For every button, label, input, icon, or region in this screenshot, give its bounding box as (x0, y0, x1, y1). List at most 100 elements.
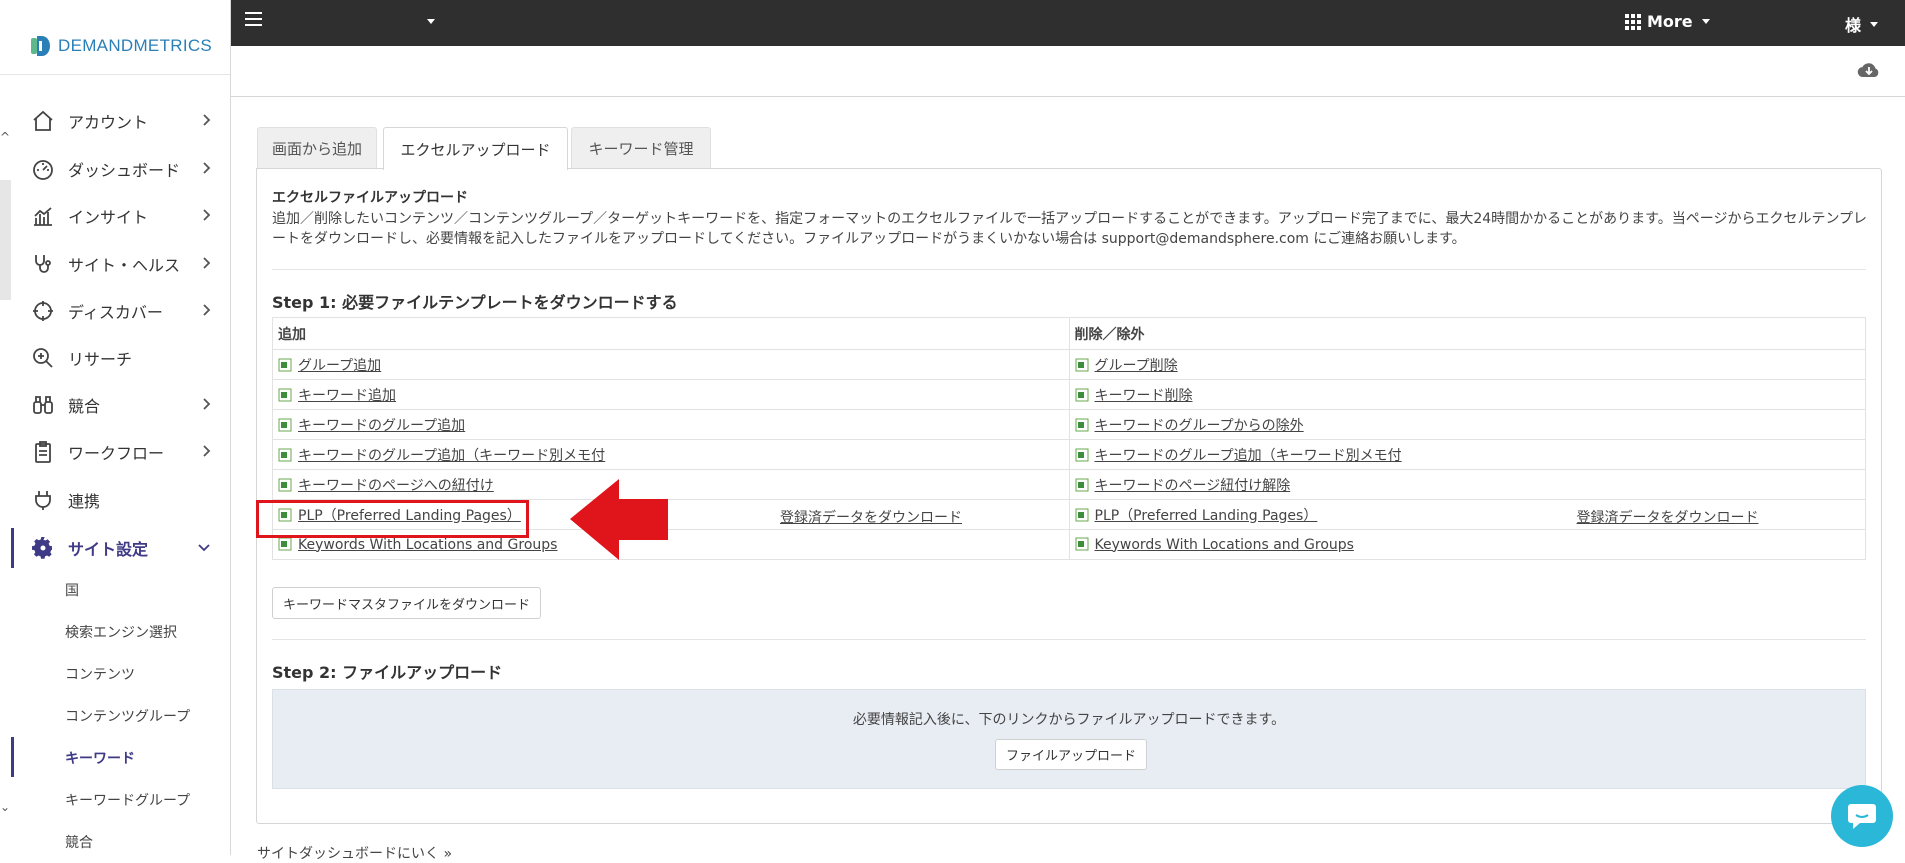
home-icon (30, 108, 56, 134)
step2-title: Step 2: ファイルアップロード (272, 663, 503, 682)
sidebar-item-insight[interactable]: インサイト (13, 196, 230, 236)
caret-down-icon (1870, 21, 1879, 27)
sidebar-item-label: 連携 (68, 492, 101, 511)
sidebar-subitem-country[interactable]: 国 (65, 580, 79, 600)
panel-description: 追加／削除したいコンテンツ／コンテンツグループ／ターゲットキーワードを、指定フォ… (272, 211, 1868, 247)
binoculars-icon (30, 392, 56, 418)
more-menu[interactable]: More (1625, 12, 1710, 31)
sidebar-item-label: 競合 (68, 397, 101, 416)
divider (272, 639, 1866, 640)
column-header-remove: 削除／除外 (1068, 317, 1866, 350)
panel-title: エクセルファイルアップロード (272, 190, 468, 206)
template-link[interactable]: グループ削除 (1095, 358, 1178, 374)
tab-add-from-screen[interactable]: 画面から追加 (257, 127, 377, 169)
clipboard-icon (30, 439, 56, 465)
sidebar-subitem-content[interactable]: コンテンツ (65, 664, 135, 684)
download-master-file-button[interactable]: キーワードマスタファイルをダウンロード (272, 587, 542, 619)
sidebar-item-dashboard[interactable]: ダッシュボード (13, 149, 230, 189)
chevron-right-icon (203, 257, 211, 269)
chevron-down-icon (198, 544, 210, 552)
sidebar-item-label: ワークフロー (68, 444, 165, 463)
gauge-icon (30, 156, 56, 182)
template-link[interactable]: キーワードのページ紐付け解除 (1095, 478, 1291, 494)
more-label: More (1647, 12, 1693, 31)
excel-icon (1075, 537, 1089, 551)
step1-title: Step 1: 必要ファイルテンプレートをダウンロードする (272, 293, 678, 312)
template-link[interactable]: キーワードのグループ追加（キーワード別メモ付 (1095, 448, 1402, 464)
page-toolbar (231, 46, 1905, 97)
excel-icon (278, 537, 292, 551)
template-link[interactable]: キーワード追加 (298, 388, 396, 404)
caret-down-icon (1701, 19, 1710, 24)
excel-icon (1075, 448, 1089, 462)
upload-instructions: 必要情報記入後に、下のリンクからファイルアップロードできます。 (852, 712, 1286, 728)
template-link[interactable]: Keywords With Locations and Groups (1095, 537, 1354, 553)
template-link[interactable]: キーワードのグループからの除外 (1095, 418, 1304, 434)
excel-icon (278, 358, 292, 372)
sidebar-item-account[interactable]: アカウント (13, 101, 230, 141)
topbar: More 様 (231, 0, 1905, 46)
active-indicator (11, 737, 14, 777)
table-row: グループ追加 グループ削除 (272, 349, 1866, 380)
excel-icon (1075, 358, 1089, 372)
gear-icon (30, 535, 56, 561)
sidebar-item-label: サイト設定 (68, 540, 149, 559)
sidebar-item-discover[interactable]: ディスカバー (13, 291, 230, 331)
template-link-plp[interactable]: PLP（Preferred Landing Pages） (1095, 508, 1318, 524)
excel-icon (278, 388, 292, 402)
menu-icon[interactable] (245, 12, 262, 26)
excel-icon (1075, 478, 1089, 492)
chat-button[interactable] (1831, 785, 1893, 847)
sidebar-subitem-keyword[interactable]: キーワード (65, 748, 135, 768)
sidebar-subitem-content-group[interactable]: コンテンツグループ (65, 706, 190, 726)
tab-excel-upload[interactable]: エクセルアップロード (383, 127, 568, 170)
sidebar-item-integrations[interactable]: 連携 (13, 480, 230, 520)
download-registered-data-link[interactable]: 登録済データをダウンロード (1577, 507, 1759, 527)
template-link[interactable]: Keywords With Locations and Groups (298, 537, 557, 553)
template-link[interactable]: キーワードのグループ追加 (298, 418, 465, 434)
site-dashboard-link[interactable]: サイトダッシュボードにいく » (257, 843, 452, 863)
tab-keyword-management[interactable]: キーワード管理 (571, 127, 711, 169)
logo[interactable]: DEMANDMETRICS (30, 33, 212, 59)
chevron-right-icon (203, 398, 211, 410)
sidebar-item-competitors[interactable]: 競合 (13, 385, 230, 425)
download-registered-data-link[interactable]: 登録済データをダウンロード (780, 507, 962, 527)
cloud-download-icon[interactable] (1857, 60, 1881, 80)
sidebar-item-site-settings[interactable]: サイト設定 (11, 528, 228, 568)
sidebar-collapse-mark: ^ (0, 130, 11, 144)
sidebar-subitem-competitors[interactable]: 競合 (65, 832, 93, 852)
red-arrow-icon (570, 479, 668, 560)
sidebar-item-label: ダッシュボード (68, 161, 181, 180)
user-menu[interactable]: 様 (1845, 12, 1879, 36)
sidebar-item-label: リサーチ (68, 350, 133, 369)
site-selector-caret-icon[interactable] (427, 19, 435, 24)
sidebar-subitem-search-engine[interactable]: 検索エンジン選択 (65, 622, 177, 642)
upload-box: 必要情報記入後に、下のリンクからファイルアップロードできます。 ファイルアップロ… (272, 689, 1866, 789)
excel-icon (1075, 388, 1089, 402)
template-link[interactable]: キーワードのグループ追加（キーワード別メモ付 (298, 448, 605, 464)
excel-icon (1075, 418, 1089, 432)
sidebar-subitem-keyword-group[interactable]: キーワードグループ (65, 790, 190, 810)
chevron-right-icon (203, 114, 211, 126)
zoom-icon (30, 345, 56, 371)
sidebar-item-label: インサイト (68, 208, 149, 227)
divider (272, 269, 1866, 270)
sidebar-scrollbar[interactable] (0, 180, 11, 300)
sidebar-item-label: ディスカバー (68, 303, 163, 322)
sidebar-item-site-health[interactable]: サイト・ヘルス (13, 244, 230, 284)
template-link[interactable]: キーワード削除 (1095, 388, 1193, 404)
plug-icon (30, 487, 56, 513)
column-header-add: 追加 (272, 317, 1070, 350)
table-row: キーワードのページへの紐付け キーワードのページ紐付け解除 (272, 469, 1866, 500)
logo-icon (31, 36, 50, 56)
table-row: キーワードのグループ追加 キーワードのグループからの除外 (272, 409, 1866, 440)
chevron-right-icon (203, 209, 211, 221)
template-link[interactable]: キーワードのページへの紐付け (298, 478, 494, 494)
crosshair-icon (30, 298, 56, 324)
table-header-row: 追加 削除／除外 (272, 317, 1866, 350)
file-upload-button[interactable]: ファイルアップロード (995, 739, 1148, 770)
chevron-right-icon (203, 445, 211, 457)
sidebar-item-research[interactable]: リサーチ (13, 338, 230, 378)
sidebar-item-workflow[interactable]: ワークフロー (13, 432, 230, 472)
template-link[interactable]: グループ追加 (298, 358, 381, 374)
